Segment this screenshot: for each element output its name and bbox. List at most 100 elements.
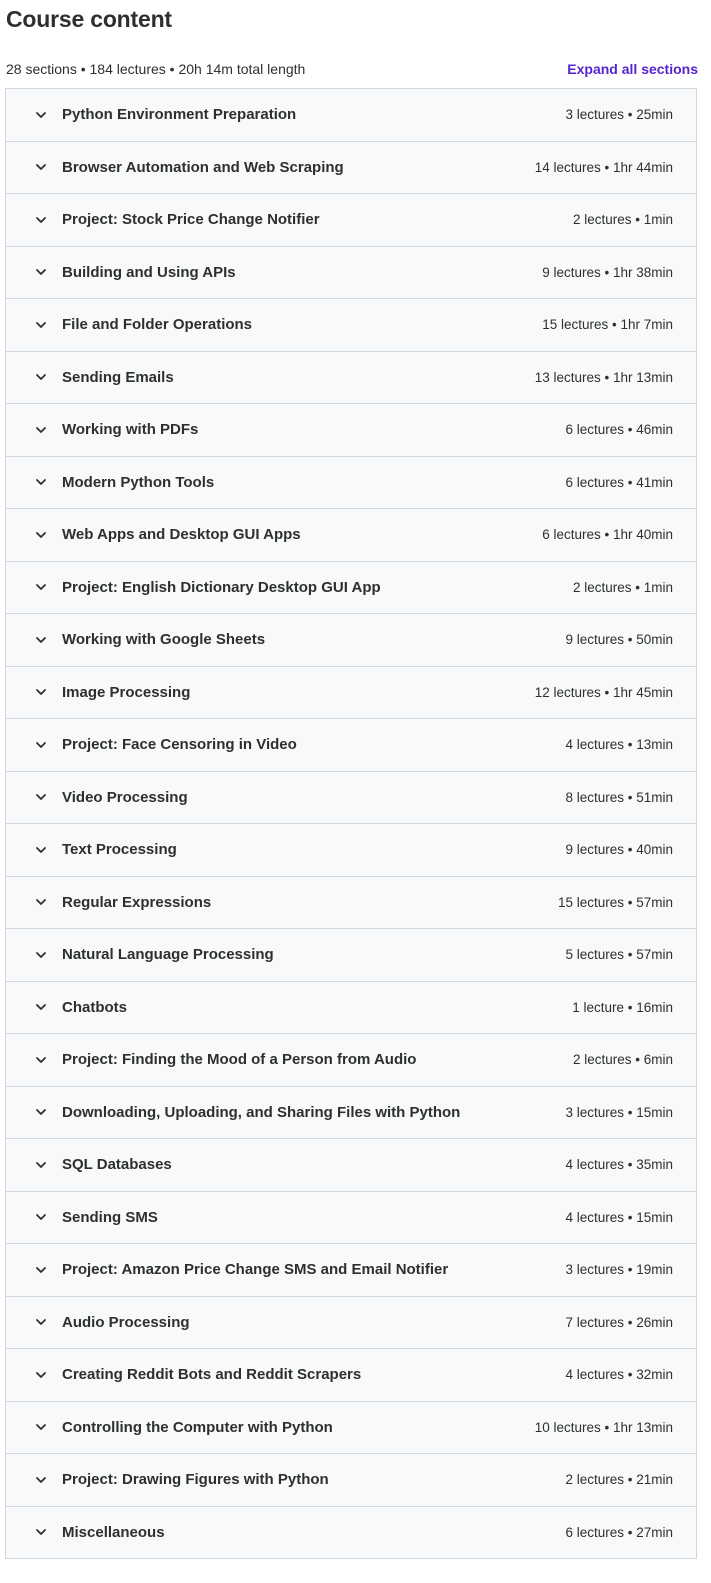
section-meta: 14 lectures • 1hr 44min [534, 159, 673, 175]
section-header[interactable]: Audio Processing 7 lectures • 26min [6, 1296, 696, 1349]
section-meta: 2 lectures • 21min [565, 1472, 673, 1488]
chevron-down-icon [34, 1263, 48, 1277]
section-meta: 12 lectures • 1hr 45min [534, 684, 673, 700]
section-title: Regular Expressions [62, 893, 212, 911]
chevron-down-icon [34, 318, 48, 332]
section-title: Chatbots [62, 998, 127, 1016]
section-title: Project: Finding the Mood of a Person fr… [62, 1051, 417, 1069]
chevron-down-icon [34, 1473, 48, 1487]
section-title: Python Environment Preparation [62, 106, 297, 124]
section-header[interactable]: Working with Google Sheets 9 lectures • 5… [6, 614, 696, 667]
chevron-down-icon [34, 1000, 48, 1014]
section-header[interactable]: Text Processing 9 lectures • 40min [6, 824, 696, 877]
section-title: Downloading, Uploading, and Sharing File… [62, 1103, 461, 1121]
section-header[interactable]: Regular Expressions 15 lectures • 57min [6, 876, 696, 929]
chevron-down-icon [34, 1315, 48, 1329]
section-header[interactable]: Controlling the Computer with Python 10 l… [6, 1401, 696, 1454]
section-meta: 13 lectures • 1hr 13min [534, 369, 673, 385]
section-title: Project: Stock Price Change Notifier [62, 211, 320, 229]
section-meta: 6 lectures • 27min [565, 1524, 673, 1540]
chevron-down-icon [34, 633, 48, 647]
chevron-down-icon [34, 790, 48, 804]
chevron-down-icon [34, 108, 48, 122]
section-meta: 9 lectures • 40min [565, 842, 673, 858]
chevron-down-icon [34, 370, 48, 384]
section-header[interactable]: Browser Automation and Web Scraping 14 le… [6, 141, 696, 194]
section-header[interactable]: Modern Python Tools 6 lectures • 41min [6, 456, 696, 509]
chevron-down-icon [34, 265, 48, 279]
section-header[interactable]: Project: Amazon Price Change SMS and Ema… [6, 1244, 696, 1297]
section-list: Python Environment Preparation 3 lectures… [5, 88, 697, 1559]
section-title: Miscellaneous [62, 1523, 165, 1541]
section-header[interactable]: Project: Drawing Figures with Python 2 le… [6, 1454, 696, 1507]
section-header[interactable]: Sending SMS 4 lectures • 15min [6, 1191, 696, 1244]
section-meta: 3 lectures • 19min [565, 1262, 673, 1278]
section-header[interactable]: Chatbots 1 lecture • 16min [6, 981, 696, 1034]
section-title: Working with PDFs [62, 421, 199, 439]
chevron-down-icon [34, 1420, 48, 1434]
chevron-down-icon [34, 738, 48, 752]
chevron-down-icon [34, 1105, 48, 1119]
section-header[interactable]: Natural Language Processing 5 lectures • … [6, 929, 696, 982]
chevron-down-icon [34, 948, 48, 962]
section-title: Image Processing [62, 683, 191, 701]
section-title: Controlling the Computer with Python [62, 1418, 333, 1436]
section-header[interactable]: Project: Face Censoring in Video 4 lectur… [6, 719, 696, 772]
section-meta: 2 lectures • 6min [572, 1052, 673, 1068]
section-meta: 3 lectures • 15min [565, 1104, 673, 1120]
section-meta: 3 lectures • 25min [565, 107, 673, 123]
chevron-down-icon [34, 1368, 48, 1382]
summary-row: 28 sections • 184 lectures • 20h 14m tot… [6, 58, 698, 80]
section-meta: 6 lectures • 1hr 40min [542, 527, 673, 543]
chevron-down-icon [34, 528, 48, 542]
section-title: SQL Databases [62, 1156, 172, 1174]
section-meta: 4 lectures • 13min [565, 737, 673, 753]
section-header[interactable]: Working with PDFs 6 lectures • 46min [6, 404, 696, 457]
section-header[interactable]: SQL Databases 4 lectures • 35min [6, 1139, 696, 1192]
chevron-down-icon [34, 213, 48, 227]
section-meta: 6 lectures • 41min [565, 474, 673, 490]
expand-all-sections-button[interactable]: Expand all sections [567, 61, 698, 77]
section-title: Modern Python Tools [62, 473, 215, 491]
chevron-down-icon [34, 843, 48, 857]
section-meta: 2 lectures • 1min [572, 212, 673, 228]
chevron-down-icon [34, 160, 48, 174]
chevron-down-icon [34, 1525, 48, 1539]
section-header[interactable]: Building and Using APIs 9 lectures • 1hr … [6, 246, 696, 299]
section-header[interactable]: Sending Emails 13 lectures • 1hr 13min [6, 351, 696, 404]
section-header[interactable]: Project: Finding the Mood of a Person fr… [6, 1034, 696, 1087]
chevron-down-icon [34, 475, 48, 489]
section-header[interactable]: File and Folder Operations 15 lectures • … [6, 299, 696, 352]
section-title: Project: English Dictionary Desktop GUI … [62, 578, 381, 596]
section-header[interactable]: Downloading, Uploading, and Sharing File… [6, 1086, 696, 1139]
section-title: Project: Drawing Figures with Python [62, 1471, 329, 1489]
section-header[interactable]: Miscellaneous 6 lectures • 27min [6, 1506, 696, 1559]
section-header[interactable]: Web Apps and Desktop GUI Apps 6 lectures … [6, 509, 696, 562]
section-title: Natural Language Processing [62, 946, 274, 964]
section-meta: 4 lectures • 15min [565, 1209, 673, 1225]
section-meta: 1 lecture • 16min [572, 999, 673, 1015]
section-title: Sending SMS [62, 1208, 158, 1226]
section-header[interactable]: Python Environment Preparation 3 lectures… [6, 89, 696, 142]
section-header[interactable]: Creating Reddit Bots and Reddit Scrapers… [6, 1349, 696, 1402]
section-header[interactable]: Video Processing 8 lectures • 51min [6, 771, 696, 824]
section-meta: 9 lectures • 50min [565, 632, 673, 648]
section-header[interactable]: Image Processing 12 lectures • 1hr 45min [6, 666, 696, 719]
chevron-down-icon [34, 423, 48, 437]
section-meta: 15 lectures • 1hr 7min [542, 317, 673, 333]
section-meta: 2 lectures • 1min [572, 579, 673, 595]
chevron-down-icon [34, 1210, 48, 1224]
section-title: Project: Face Censoring in Video [62, 736, 297, 754]
section-title: Creating Reddit Bots and Reddit Scrapers [62, 1366, 362, 1384]
section-meta: 4 lectures • 35min [565, 1157, 673, 1173]
chevron-down-icon [34, 1053, 48, 1067]
section-title: Video Processing [62, 788, 188, 806]
section-meta: 7 lectures • 26min [565, 1314, 673, 1330]
section-header[interactable]: Project: Stock Price Change Notifier 2 le… [6, 194, 696, 247]
section-meta: 15 lectures • 57min [557, 894, 673, 910]
course-summary: 28 sections • 184 lectures • 20h 14m tot… [6, 61, 306, 77]
section-meta: 4 lectures • 32min [565, 1367, 673, 1383]
chevron-down-icon [34, 895, 48, 909]
section-title: Text Processing [62, 841, 177, 859]
section-header[interactable]: Project: English Dictionary Desktop GUI … [6, 561, 696, 614]
